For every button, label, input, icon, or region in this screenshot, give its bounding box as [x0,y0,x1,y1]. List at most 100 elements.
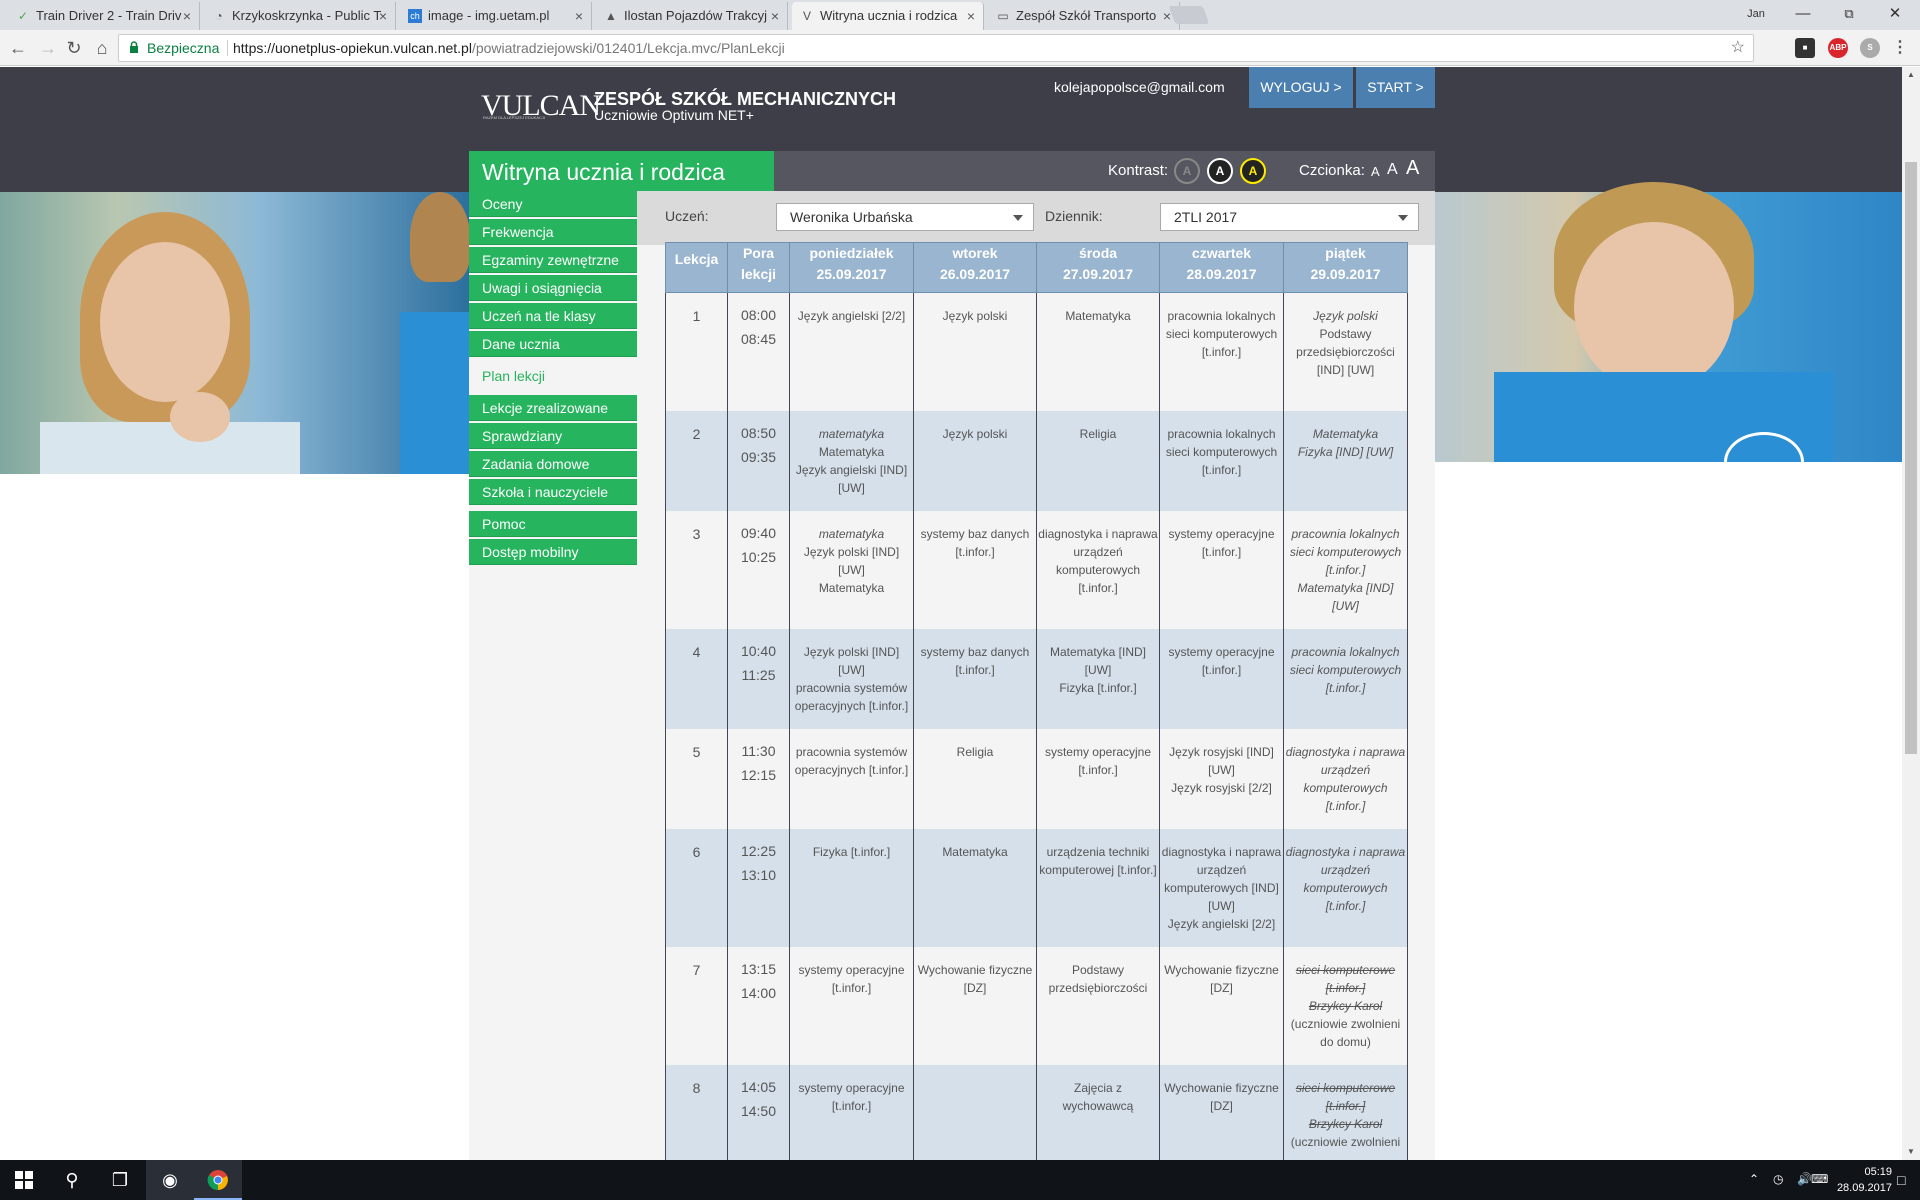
lesson-entry: Matematyka [818,580,885,595]
menu-dots-icon[interactable]: ⋮ [1890,38,1910,58]
page-scrollbar[interactable]: ▲ ▼ [1902,67,1920,1160]
profile-user-label[interactable]: Jan [1733,0,1779,28]
browser-tab[interactable]: ✓ Train Driver 2 - Train Driv × [8,2,200,30]
sidebar-item-lekcje-zrealizowane[interactable]: Lekcje zrealizowane [469,395,637,421]
sidebar-item-uczeń-na-tle-klasy[interactable]: Uczeń na tle klasy [469,303,637,329]
timetable-row: 5 11:30 12:15 pracownia systemów operacyjny… [665,728,1408,829]
tray-chevron-icon[interactable]: ⌃ [1749,1172,1759,1186]
lesson-cell [913,1064,1037,1160]
lesson-time: 13:15 14:00 [727,946,790,1065]
sidebar-item-egzaminy-zewnętrzne[interactable]: Egzaminy zewnętrzne [469,247,637,273]
browser-tab[interactable]: ch image - img.uetam.pl × [400,2,592,30]
reload-icon[interactable]: ↻ [62,36,86,60]
header-day: piątek 29.09.2017 [1283,242,1408,293]
lesson-cell: Matematyka Fizyka [IND] [UW] [1283,410,1408,511]
lesson-time: 12:25 13:10 [727,828,790,947]
skype-icon[interactable]: S [1860,38,1880,58]
lesson-cell: Fizyka [t.infor.] [789,828,914,947]
chrome-icon[interactable] [194,1160,242,1200]
lesson-number: 5 [665,728,728,829]
sidebar-item-dostęp-mobilny[interactable]: Dostęp mobilny [469,539,637,565]
new-tab-button[interactable] [1168,6,1210,24]
contrast-label: Kontrast: [1108,162,1169,179]
task-view-icon[interactable]: ❐ [96,1160,144,1200]
timetable-row: 2 08:50 09:35 matematyka Matematyka Język ang… [665,410,1408,511]
tab-close-icon[interactable]: × [967,2,975,30]
lesson-entry: (uczniowie zwolnieni [1290,1134,1401,1149]
font-medium-button[interactable]: A [1387,161,1398,179]
sidebar-item-pomoc[interactable]: Pomoc [469,511,637,537]
browser-tab[interactable]: ▲ Ilostan Pojazdów Trakcyj × [596,2,788,30]
contrast-yellow-button[interactable]: A [1240,158,1266,184]
lesson-cell: Zajęcia z wychowawcą [1036,1064,1160,1160]
lesson-entry: Język polski [942,309,1008,323]
lesson-entry: diagnostyka i naprawa urządzeń komputero… [1038,526,1158,595]
lesson-cell: Język polski Podstawy przedsiębiorczości … [1283,292,1408,411]
sidebar-item-uwagi-i-osiągnięcia[interactable]: Uwagi i osiągnięcia [469,275,637,301]
student-select[interactable]: Weronika Urbańska [776,203,1034,231]
header-day: czwartek 28.09.2017 [1159,242,1284,293]
search-icon[interactable]: ⚲ [48,1160,96,1200]
bookmark-star-icon[interactable]: ☆ [1731,35,1745,61]
system-clock[interactable]: 05:19 28.09.2017 [1832,1164,1892,1196]
web-page: VULCAN RAZEM DLA LEPSZEJ EDUKACJI ZESPÓŁ… [0,67,1902,1160]
address-bar[interactable]: Bezpieczna https://uonetplus-opiekun.vul… [118,34,1754,62]
browser-tab[interactable]: ◔ Krzykoskrzynka - Public T × [204,2,396,30]
lesson-entry: pracownia systemów operacyjnych [t.infor… [794,680,909,713]
font-small-button[interactable]: A [1371,164,1380,179]
lesson-cell: systemy baz danych [t.infor.] [913,510,1037,629]
tab-close-icon[interactable]: × [771,2,779,30]
font-large-button[interactable]: A [1406,157,1419,180]
sidebar-item-plan-lekcji[interactable]: Plan lekcji [469,363,637,389]
lesson-cell: Język rosyjski [IND] [UW] Język rosyjski … [1159,728,1284,829]
user-email: kolejapopolsce@gmail.com [1054,79,1225,95]
home-icon[interactable]: ⌂ [90,36,114,60]
tab-close-icon[interactable]: × [575,2,583,30]
lesson-cell: Matematyka [913,828,1037,947]
lesson-entry: systemy baz danych [t.infor.] [920,526,1030,559]
lesson-entry: Język polski [1313,309,1378,323]
network-icon[interactable]: ◷ [1773,1172,1783,1186]
sidebar-item-oceny[interactable]: Oceny [469,191,637,217]
browser-tab[interactable]: V Witryna ucznia i rodzica × [792,2,984,30]
lesson-entry: Podstawy przedsiębiorczości [IND] [UW] [1296,327,1395,377]
forward-arrow-icon[interactable]: → [36,36,60,60]
notifications-icon[interactable]: □ [1897,1172,1905,1188]
url-text[interactable]: https://uonetplus-opiekun.vulcan.net.pl/… [233,35,785,61]
lesson-number: 6 [665,828,728,947]
sidebar-item-zadania-domowe[interactable]: Zadania domowe [469,451,637,477]
extension-icon[interactable]: ■ [1795,38,1815,58]
tab-close-icon[interactable]: × [379,2,387,30]
minimize-icon[interactable]: — [1780,0,1826,28]
lesson-entry: Wychowanie fizyczne [DZ] [917,962,1033,995]
steam-icon[interactable]: ◉ [146,1160,194,1200]
scrollbar-thumb[interactable] [1905,162,1917,754]
volume-icon[interactable]: 🔊 [1797,1172,1812,1186]
adblock-icon[interactable]: ABP [1828,38,1848,58]
contrast-high-button[interactable]: A [1207,158,1233,184]
lesson-entry: Matematyka [IND] [UW] [1049,644,1147,677]
sidebar-item-sprawdziany[interactable]: Sprawdziany [469,423,637,449]
tab-close-icon[interactable]: × [183,2,191,30]
keyboard-icon[interactable]: ⌨ [1811,1172,1828,1186]
lesson-cell: sieci komputerowe [t.infor.] Brzykcy Karo… [1283,1064,1408,1160]
journal-select[interactable]: 2TLI 2017 [1160,203,1419,231]
lesson-cell: sieci komputerowe [t.infor.] Brzykcy Karo… [1283,946,1408,1065]
back-arrow-icon[interactable]: ← [6,36,30,60]
start-button[interactable]: START > [1356,67,1435,108]
windows-start-icon[interactable] [0,1160,48,1200]
sidebar-item-dane-ucznia[interactable]: Dane ucznia [469,331,637,357]
browser-tab[interactable]: ▭ Zespół Szkół Transporto × [988,2,1180,30]
contrast-normal-button[interactable]: A [1174,158,1200,184]
restore-icon[interactable]: ⧉ [1826,0,1872,28]
logout-button[interactable]: WYLOGUJ > [1249,67,1353,108]
lesson-entry: Matematyka [942,844,1008,859]
lesson-entry: systemy baz danych [t.infor.] [920,644,1030,677]
header-day: środa 27.09.2017 [1036,242,1160,293]
sidebar-item-szkoła-i-nauczyciele[interactable]: Szkoła i nauczyciele [469,479,637,505]
lesson-cell: Religia [1036,410,1160,511]
close-window-icon[interactable]: ✕ [1872,0,1918,28]
lesson-cell: urządzenia techniki komputerowej [t.info… [1036,828,1160,947]
lesson-cell: Język polski [913,410,1037,511]
sidebar-item-frekwencja[interactable]: Frekwencja [469,219,637,245]
